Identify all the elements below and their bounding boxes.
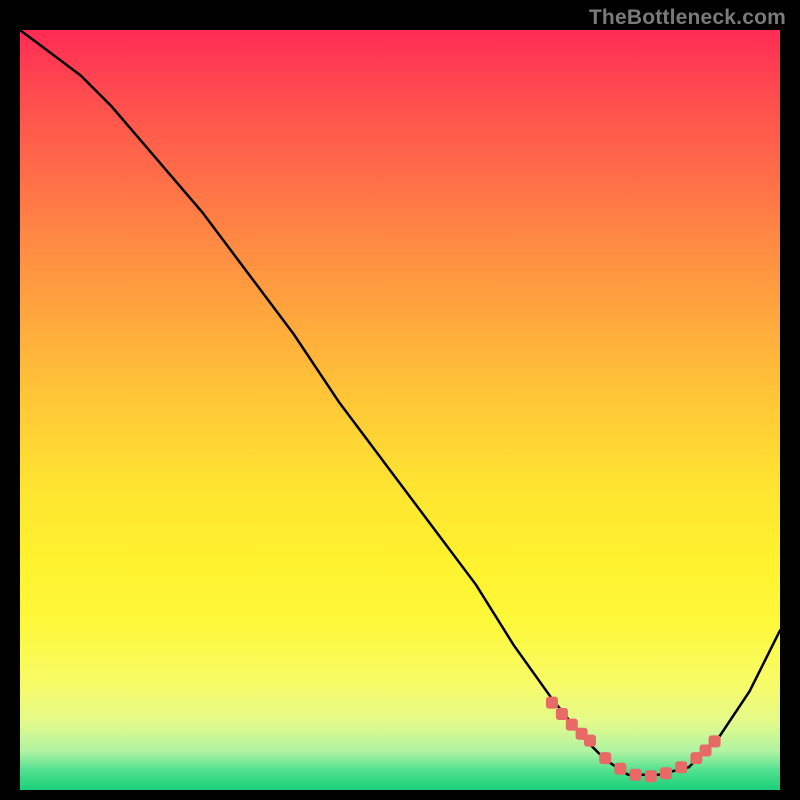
highlight-marker — [599, 752, 611, 764]
chart-container: TheBottleneck.com — [0, 0, 800, 800]
highlight-marker — [709, 735, 721, 747]
highlight-marker — [614, 763, 626, 775]
plot-area — [20, 30, 780, 790]
highlight-marker — [645, 770, 657, 782]
bottleneck-curve — [20, 30, 780, 775]
highlight-marker — [566, 719, 578, 731]
attribution-text: TheBottleneck.com — [589, 6, 786, 30]
highlight-marker — [660, 767, 672, 779]
curve-layer — [20, 30, 780, 790]
highlight-marker — [546, 697, 558, 709]
highlight-marker — [675, 761, 687, 773]
highlight-markers — [546, 697, 721, 783]
highlight-marker — [584, 735, 596, 747]
highlight-marker — [556, 708, 568, 720]
highlight-marker — [630, 769, 642, 781]
